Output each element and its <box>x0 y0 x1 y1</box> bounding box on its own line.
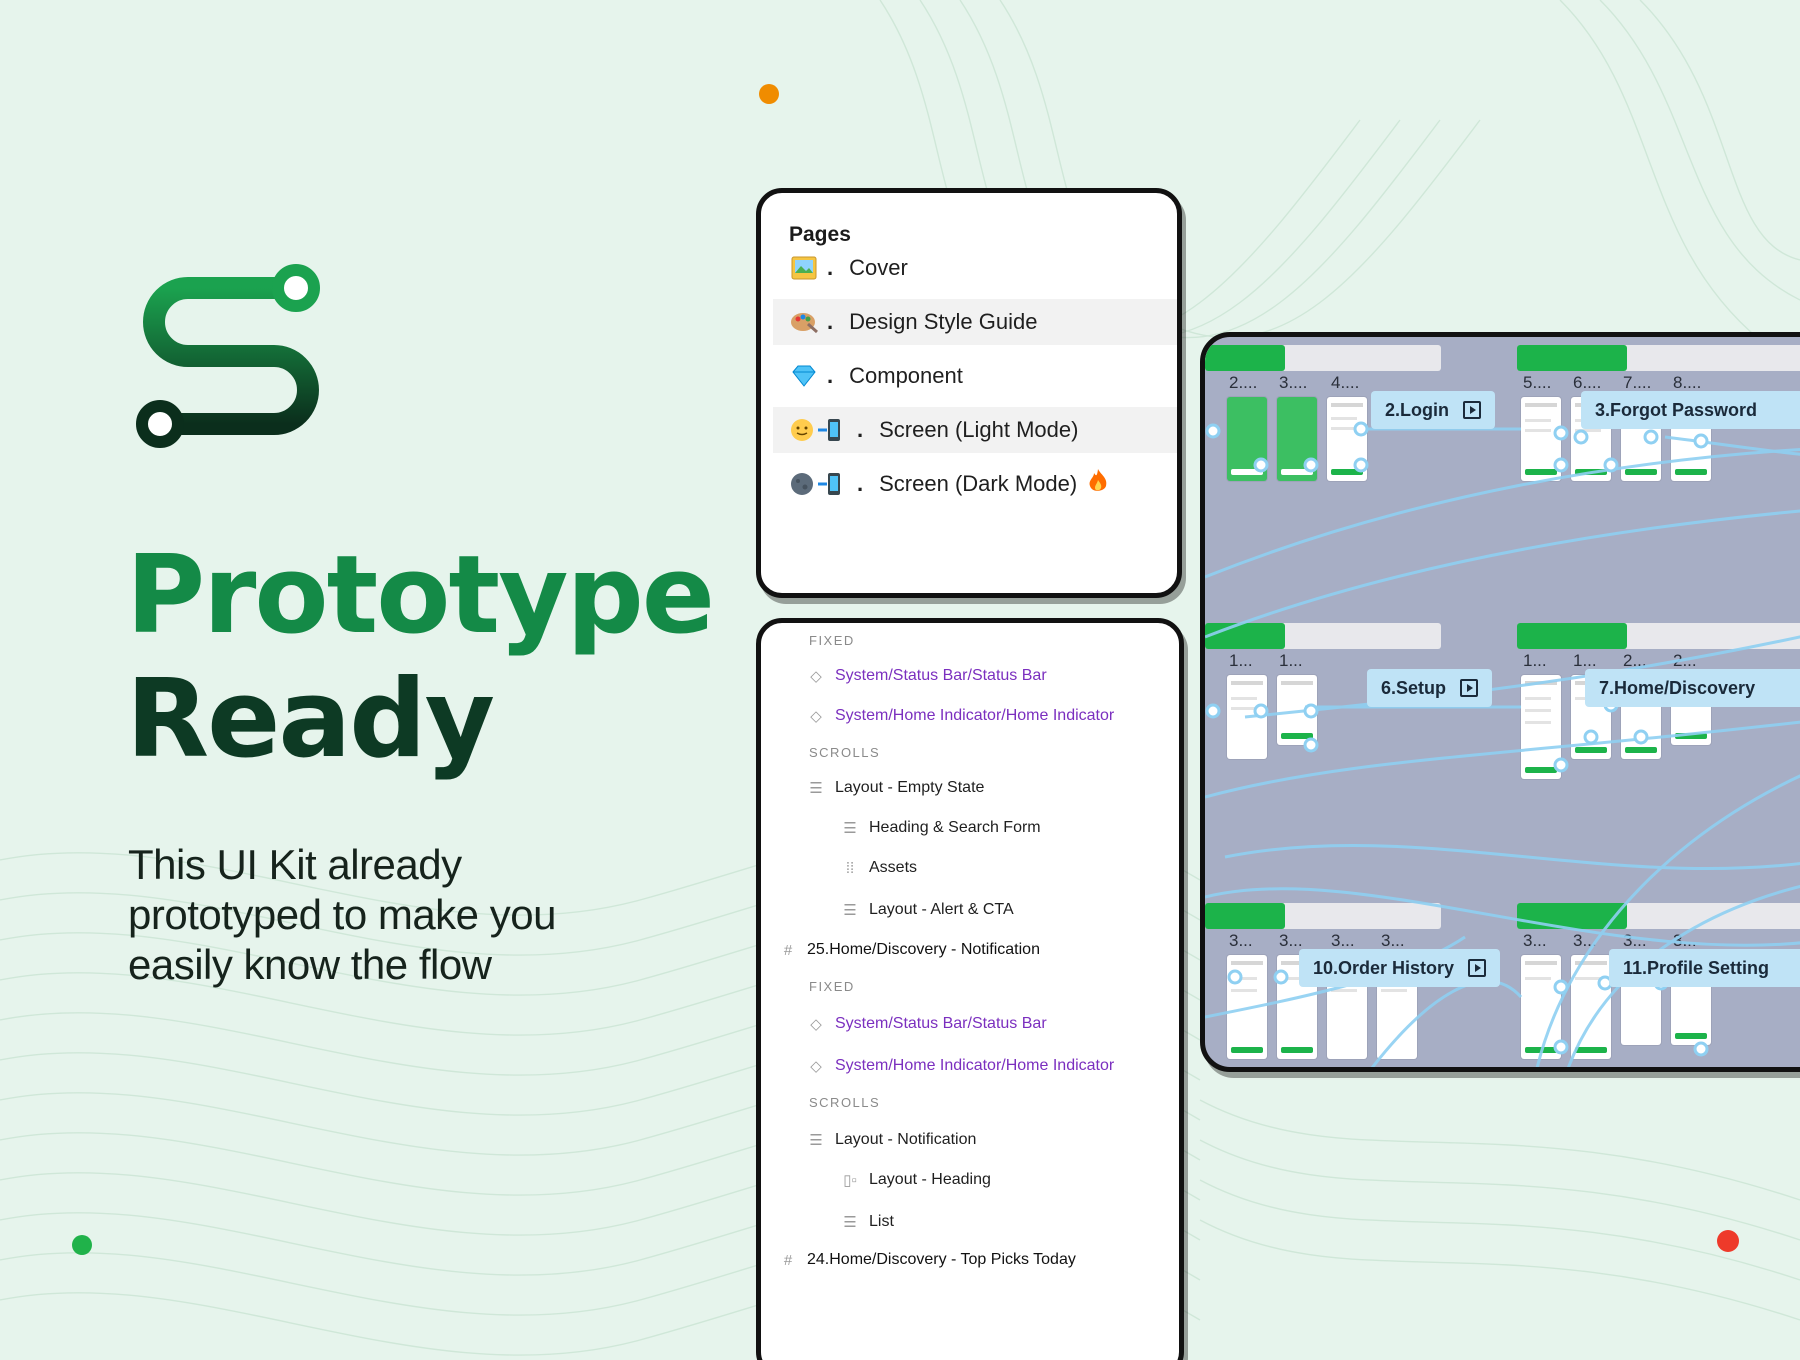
decorative-green-dot <box>72 1235 92 1255</box>
layer-row-layout-notification[interactable]: ☰ Layout - Notification <box>761 1125 1179 1155</box>
auto-layout-icon: ☰ <box>809 780 823 797</box>
page-item-label: Screen (Light Mode) <box>879 417 1079 442</box>
brand-logo-icon <box>136 264 320 448</box>
flow-label-login[interactable]: 2.Login <box>1371 391 1495 429</box>
moon-phone-icon <box>789 469 849 499</box>
page-item-label: Design Style Guide <box>849 309 1038 334</box>
page-item-label: Screen (Dark Mode) <box>879 471 1078 496</box>
decorative-orange-dot <box>759 84 779 104</box>
section-header-scrolls: SCROLLS <box>809 744 881 760</box>
layer-row-frame-top-picks[interactable]: # 24.Home/Discovery - Top Picks Today <box>761 1245 1179 1275</box>
layer-row-home-indicator[interactable]: ◇ System/Home Indicator/Home Indicator <box>761 701 1179 731</box>
decorative-red-dot <box>1717 1230 1739 1252</box>
layer-row-list[interactable]: ☰ List <box>761 1207 1179 1237</box>
hero-title: Prototype Ready <box>126 533 715 782</box>
flow-label-setup[interactable]: 6.Setup <box>1367 669 1493 707</box>
palette-icon <box>789 307 819 337</box>
page-item-screen-dark[interactable]: . Screen (Dark Mode) <box>773 461 1177 507</box>
page-item-cover[interactable]: . Cover <box>773 245 1177 291</box>
picture-icon <box>789 253 819 283</box>
section-header-scrolls: SCROLLS <box>809 1094 881 1110</box>
hero-title-line2: Ready <box>126 657 495 782</box>
component-diamond-icon: ◇ <box>810 708 822 725</box>
prototype-canvas-panel[interactable]: 2.... 3.... 4.... 5.... 6.... 7.... 8...… <box>1200 332 1800 1072</box>
grid-layout-icon: ⁞⁞ <box>845 859 855 877</box>
play-flow-icon[interactable] <box>1463 401 1481 419</box>
page-item-label: Cover <box>849 255 908 280</box>
hero-title-line1: Prototype <box>126 533 715 658</box>
flow-label-home-discovery[interactable]: 7.Home/Discovery <box>1585 669 1800 707</box>
auto-layout-icon: ☰ <box>809 1132 823 1149</box>
hero-subtitle: This UI Kit already prototyped to make y… <box>128 841 556 988</box>
component-diamond-icon: ◇ <box>810 1058 822 1075</box>
layers-panel: FIXED ◇ System/Status Bar/Status Bar ◇ S… <box>756 618 1184 1360</box>
page-item-component[interactable]: . Component <box>773 353 1177 399</box>
flow-label-order-history[interactable]: 10.Order History <box>1299 949 1501 987</box>
page-item-label: Component <box>849 363 963 388</box>
fire-icon <box>1087 468 1109 500</box>
section-header-fixed: FIXED <box>809 632 855 648</box>
component-diamond-icon: ◇ <box>810 1016 822 1033</box>
sun-phone-icon <box>789 415 849 445</box>
auto-layout-icon: ☰ <box>843 1214 857 1231</box>
layer-row-layout-heading[interactable]: ▯▫ Layout - Heading <box>761 1165 1179 1195</box>
page-item-design-style-guide[interactable]: . Design Style Guide <box>773 299 1177 345</box>
auto-layout-icon: ☰ <box>843 820 857 837</box>
layer-row-layout-alert-cta[interactable]: ☰ Layout - Alert & CTA <box>761 895 1179 925</box>
page-item-screen-light[interactable]: . Screen (Light Mode) <box>773 407 1177 453</box>
layer-row-heading-search-form[interactable]: ☰ Heading & Search Form <box>761 813 1179 843</box>
layer-row-layout-empty-state[interactable]: ☰ Layout - Empty State <box>761 773 1179 803</box>
flow-label-forgot-password[interactable]: 3.Forgot Password <box>1581 391 1800 429</box>
play-flow-icon[interactable] <box>1460 679 1479 697</box>
frame-hash-icon: # <box>783 941 793 959</box>
frame-hash-icon: # <box>783 1251 793 1269</box>
auto-layout-icon: ☰ <box>843 902 857 919</box>
diamond-icon <box>789 361 819 391</box>
play-flow-icon[interactable] <box>1468 959 1487 977</box>
pages-panel: Pages . Cover . Design Style Guide . Com… <box>756 188 1182 598</box>
component-diamond-icon: ◇ <box>810 668 822 685</box>
horizontal-layout-icon: ▯▫ <box>843 1172 857 1189</box>
layer-row-status-bar[interactable]: ◇ System/Status Bar/Status Bar <box>761 661 1179 691</box>
flow-label-profile-setting[interactable]: 11.Profile Setting <box>1609 949 1800 987</box>
layer-row-home-indicator[interactable]: ◇ System/Home Indicator/Home Indicator <box>761 1051 1179 1081</box>
layer-row-frame-notification[interactable]: # 25.Home/Discovery - Notification <box>761 935 1179 965</box>
section-header-fixed: FIXED <box>809 978 855 994</box>
layer-row-status-bar[interactable]: ◇ System/Status Bar/Status Bar <box>761 1009 1179 1039</box>
layer-row-assets[interactable]: ⁞⁞ Assets <box>761 853 1179 883</box>
pages-panel-title: Pages <box>789 223 851 246</box>
